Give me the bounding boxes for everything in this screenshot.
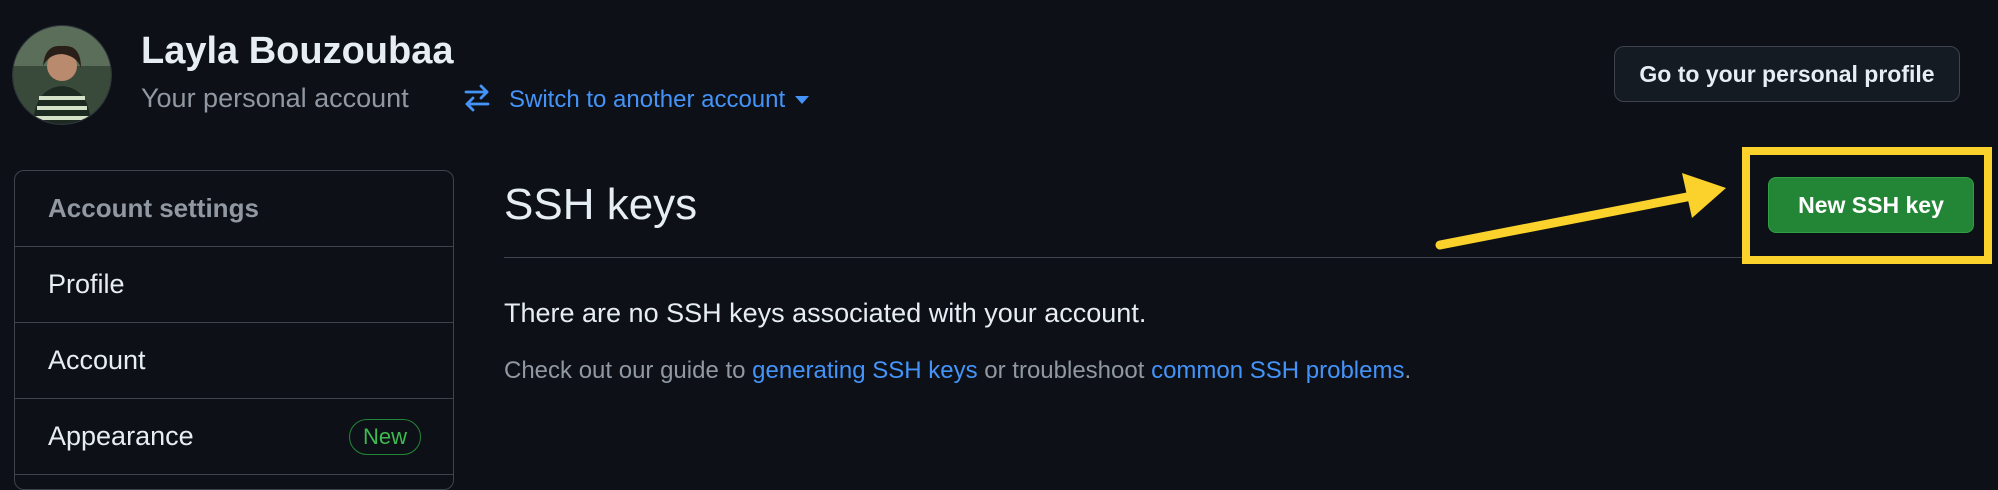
sidebar-section-title: Account settings — [15, 171, 453, 247]
generating-ssh-keys-link[interactable]: generating SSH keys — [752, 357, 977, 384]
caret-down-icon — [795, 96, 810, 104]
go-to-profile-button[interactable]: Go to your personal profile — [1614, 46, 1960, 102]
help-text-prefix: Check out our guide to — [504, 357, 753, 384]
avatar[interactable] — [12, 25, 112, 125]
common-ssh-problems-link[interactable]: common SSH problems — [1151, 357, 1404, 384]
highlight-box — [1742, 147, 1992, 264]
settings-sidebar: Account settings Profile Account Appeara… — [14, 170, 454, 490]
empty-state-message: There are no SSH keys associated with yo… — [504, 298, 1147, 328]
help-text-suffix: . — [1404, 357, 1412, 384]
help-text: Check out our guide to generating SSH ke… — [504, 357, 1411, 385]
sidebar-item-account[interactable]: Account — [15, 323, 453, 399]
sidebar-item-label: Appearance — [48, 421, 194, 451]
switch-account-label: Switch to another account — [509, 86, 786, 113]
switch-arrows-icon[interactable] — [462, 83, 492, 113]
new-badge: New — [348, 418, 421, 455]
sidebar-section-title-label: Account settings — [48, 193, 259, 223]
switch-account-link[interactable]: Switch to another account — [509, 86, 810, 114]
sidebar-item-label: Account — [48, 345, 146, 375]
sidebar-item-appearance[interactable]: Appearance New — [15, 399, 453, 475]
account-type-label: Your personal account — [141, 83, 409, 113]
sidebar-item-profile[interactable]: Profile — [15, 247, 453, 323]
help-text-middle: or troubleshoot — [977, 357, 1152, 384]
annotation-arrow-icon — [1430, 170, 1740, 260]
user-name: Layla Bouzoubaa — [141, 30, 454, 72]
page-title: SSH keys — [504, 180, 698, 229]
sidebar-item-label: Profile — [48, 269, 125, 299]
